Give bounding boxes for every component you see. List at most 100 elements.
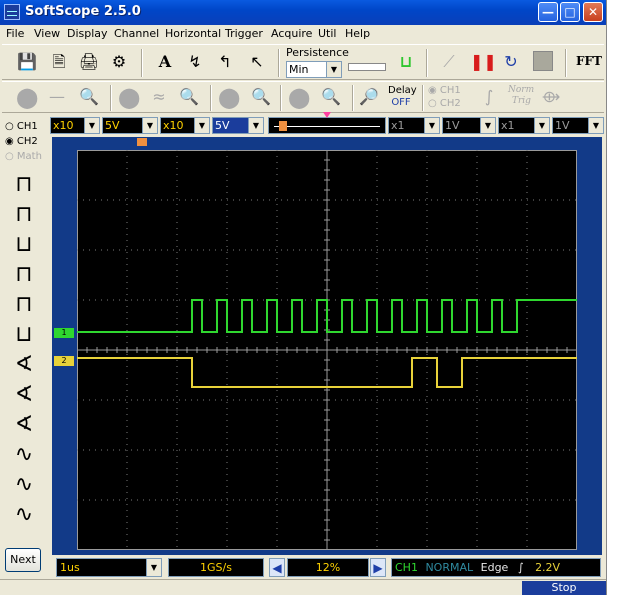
- math2-volts-value: 1V: [555, 119, 570, 132]
- menu-channel[interactable]: Channel: [114, 27, 159, 40]
- next-button[interactable]: Next: [5, 548, 41, 572]
- sine-icon[interactable]: ∿: [10, 501, 38, 529]
- period-icon[interactable]: ⊓: [10, 261, 38, 289]
- ch2-radio[interactable]: ◉ CH2: [5, 136, 38, 147]
- main-toolbar: 💾 🗎 🖨 ⚙ A ↯ ↰ ↖ Persistence Min ▼ ⊔ ⟋ ❚❚…: [2, 44, 604, 80]
- math1-probe-select[interactable]: x1 ▼: [388, 117, 440, 134]
- menu-util[interactable]: Util: [318, 27, 336, 40]
- rise-time-icon[interactable]: ⊓: [10, 171, 38, 199]
- menu-file[interactable]: File: [6, 27, 24, 40]
- close-button[interactable]: ✕: [583, 2, 603, 22]
- ch2-radio-label: CH2: [16, 136, 38, 147]
- print-icon[interactable]: 🖨: [78, 51, 100, 73]
- persistence-select[interactable]: Min ▼: [286, 61, 342, 78]
- ch1-probe-select[interactable]: x10 ▼: [50, 117, 100, 134]
- trig-label: Trig: [512, 96, 531, 106]
- rising-edge-icon[interactable]: ∢: [10, 351, 38, 379]
- horizontal-position-slider[interactable]: [268, 112, 386, 134]
- menu-acquire[interactable]: Acquire: [271, 27, 312, 40]
- pulse-width-icon[interactable]: ⊓: [10, 201, 38, 229]
- maximize-button[interactable]: □: [560, 2, 580, 22]
- fall-width-icon[interactable]: ⊔: [10, 231, 38, 259]
- title-bar: SoftScope 2.5.0 — □ ✕: [0, 0, 606, 25]
- fft-button[interactable]: FFT: [576, 54, 602, 68]
- position-left-button[interactable]: ◀: [269, 558, 285, 577]
- position-right-button[interactable]: ▶: [370, 558, 386, 577]
- toolbar-separator: [426, 49, 428, 77]
- wave-icon[interactable]: ≈: [148, 86, 170, 108]
- persistence-slider[interactable]: [348, 63, 386, 71]
- save-icon[interactable]: 💾: [16, 51, 38, 73]
- zoom-icon[interactable]: 🔍: [250, 86, 272, 108]
- chevron-down-icon: ▼: [84, 118, 99, 133]
- maximize-icon: □: [564, 5, 576, 19]
- text-annotation-icon[interactable]: A: [154, 51, 176, 73]
- chevron-down-icon: ▼: [588, 118, 603, 133]
- pause-icon[interactable]: ❚❚: [470, 51, 497, 73]
- math2-probe-select[interactable]: x1 ▼: [498, 117, 550, 134]
- slope-icon[interactable]: ∢: [10, 411, 38, 439]
- delay-zoom-icon[interactable]: 🔎: [358, 86, 380, 108]
- chevron-down-icon: ▼: [534, 118, 549, 133]
- dash-line-icon[interactable]: —: [46, 86, 68, 108]
- radio-ch1[interactable]: ◉ CH1: [428, 85, 461, 96]
- minimize-button[interactable]: —: [538, 2, 558, 22]
- math2-volts-select[interactable]: 1V ▼: [552, 117, 604, 134]
- timebase-value: 1us: [60, 561, 80, 574]
- scope-grid: [77, 150, 577, 550]
- ch1-radio[interactable]: ○ CH1: [5, 121, 38, 132]
- slider-thumb[interactable]: [279, 121, 287, 131]
- menu-horizontal[interactable]: Horizontal: [165, 27, 221, 40]
- trace-ch1: [77, 299, 577, 333]
- ch1-volts-select[interactable]: 5V ▼: [102, 117, 158, 134]
- timebase-select[interactable]: 1us ▼: [56, 558, 162, 577]
- chevron-down-icon: ▼: [248, 118, 263, 133]
- ch2-volts-select[interactable]: 5V ▼: [212, 117, 264, 134]
- menu-help[interactable]: Help: [345, 27, 370, 40]
- toolbar-separator: [422, 85, 424, 111]
- arrow-left-icon: ◀: [272, 561, 282, 575]
- toolbar-separator: [278, 49, 280, 77]
- circle-icon[interactable]: ⬤: [218, 86, 240, 108]
- pulse-icon[interactable]: ⊔: [395, 51, 417, 73]
- trigger-arrow-icon[interactable]: ⟴: [540, 86, 562, 108]
- zoom-icon[interactable]: 🔍: [320, 86, 342, 108]
- falling-edge-icon[interactable]: ∢: [10, 381, 38, 409]
- chevron-down-icon: ▼: [424, 118, 439, 133]
- line-icon[interactable]: ⟋: [438, 51, 460, 73]
- ch2-probe-select[interactable]: x10 ▼: [160, 117, 210, 134]
- duty-negative-icon[interactable]: ⊔: [10, 321, 38, 349]
- math-radio-label: Math: [16, 151, 42, 162]
- run-cycle-icon[interactable]: ↻: [500, 51, 522, 73]
- cursor-y-icon[interactable]: ↰: [214, 51, 236, 73]
- toolbar-separator: [110, 85, 112, 111]
- math-radio[interactable]: ○ Math: [5, 151, 42, 162]
- sine-icon[interactable]: ∿: [10, 441, 38, 469]
- tools-icon[interactable]: ⚙: [108, 51, 130, 73]
- zoom-icon[interactable]: 🔍: [178, 86, 200, 108]
- circle-icon[interactable]: ⬤: [16, 86, 38, 108]
- menu-display[interactable]: Display: [67, 27, 108, 40]
- print-preview-icon[interactable]: 🗎: [48, 51, 70, 73]
- duty-positive-icon[interactable]: ⊓: [10, 291, 38, 319]
- math1-volts-select[interactable]: 1V ▼: [442, 117, 496, 134]
- radio-ch2[interactable]: ○ CH2: [428, 98, 461, 109]
- menu-bar: File View Display Channel Horizontal Tri…: [0, 25, 606, 43]
- sine-icon[interactable]: ∿: [10, 471, 38, 499]
- pointer-icon[interactable]: ↖: [246, 51, 268, 73]
- cursor-x-icon[interactable]: ↯: [184, 51, 206, 73]
- circle-icon[interactable]: ⬤: [118, 86, 140, 108]
- trigger-level: 2.2V: [535, 561, 561, 574]
- menu-view[interactable]: View: [34, 27, 60, 40]
- menu-trigger[interactable]: Trigger: [225, 27, 263, 40]
- chevron-down-icon: ▼: [194, 118, 209, 133]
- rising-edge-icon: ∫: [517, 561, 524, 574]
- zoom-icon[interactable]: 🔍: [78, 86, 100, 108]
- edge-icon[interactable]: ∫: [478, 86, 500, 108]
- stop-icon[interactable]: [532, 51, 554, 73]
- persistence-value: Min: [289, 63, 309, 76]
- arrow-right-icon: ▶: [373, 561, 383, 575]
- circle-icon[interactable]: ⬤: [288, 86, 310, 108]
- scope-display[interactable]: [77, 150, 577, 550]
- desktop-background: [606, 0, 640, 595]
